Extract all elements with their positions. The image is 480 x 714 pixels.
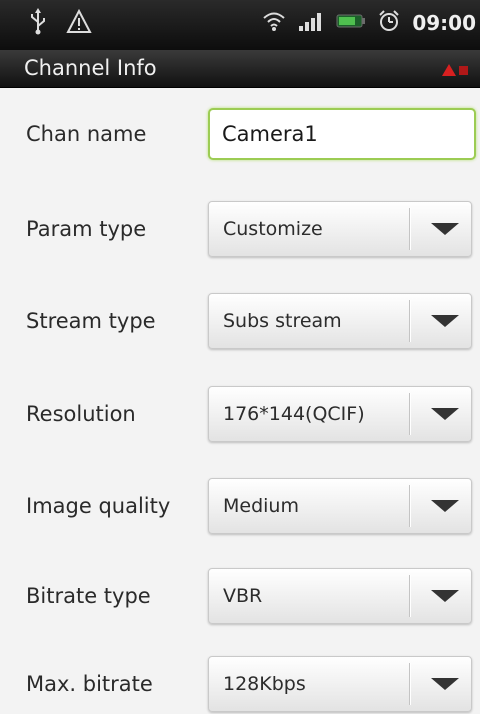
- bitrate-type-dropdown[interactable]: VBR: [208, 568, 472, 624]
- alarm-icon: [378, 10, 400, 36]
- wifi-icon: [262, 10, 286, 36]
- chan-name-label: Chan name: [26, 122, 147, 146]
- signal-icon: [298, 10, 324, 36]
- row-param-type: Param type Customize: [0, 199, 480, 259]
- stream-type-label: Stream type: [26, 309, 156, 333]
- image-quality-dropdown[interactable]: Medium: [208, 478, 472, 534]
- dropdown-arrow-icon: [423, 202, 467, 256]
- chan-name-input[interactable]: [208, 108, 476, 160]
- row-stream-type: Stream type Subs stream: [0, 291, 480, 351]
- resolution-value: 176*144(QCIF): [223, 403, 365, 425]
- channel-form: Chan name Param type Customize Stream ty…: [0, 88, 480, 714]
- usb-icon: [28, 8, 48, 40]
- resolution-label: Resolution: [26, 402, 136, 426]
- image-quality-label: Image quality: [26, 494, 171, 518]
- resolution-dropdown[interactable]: 176*144(QCIF): [208, 386, 472, 442]
- row-chan-name: Chan name: [0, 104, 480, 164]
- dropdown-divider: [409, 208, 411, 250]
- dropdown-arrow-icon: [423, 294, 467, 348]
- row-image-quality: Image quality Medium: [0, 476, 480, 536]
- max-bitrate-label: Max. bitrate: [26, 672, 153, 696]
- dropdown-arrow-icon: [423, 479, 467, 533]
- dropdown-divider: [409, 393, 411, 435]
- status-time: 09:00: [412, 11, 476, 35]
- row-bitrate-type: Bitrate type VBR: [0, 566, 480, 626]
- max-bitrate-dropdown[interactable]: 128Kbps: [208, 656, 472, 712]
- battery-icon: [336, 12, 366, 34]
- param-type-dropdown[interactable]: Customize: [208, 201, 472, 257]
- max-bitrate-value: 128Kbps: [223, 673, 306, 695]
- dropdown-arrow-icon: [423, 387, 467, 441]
- row-resolution: Resolution 176*144(QCIF): [0, 384, 480, 444]
- warning-icon: [66, 8, 92, 39]
- page-title: Channel Info: [24, 56, 157, 80]
- stream-type-value: Subs stream: [223, 310, 342, 332]
- title-bar: Channel Info: [0, 50, 480, 88]
- stream-type-dropdown[interactable]: Subs stream: [208, 293, 472, 349]
- bitrate-type-value: VBR: [223, 585, 263, 607]
- status-bar-system: 09:00: [262, 10, 476, 36]
- param-type-label: Param type: [26, 217, 147, 241]
- dropdown-divider: [409, 575, 411, 617]
- dropdown-arrow-icon: [423, 657, 467, 711]
- dropdown-divider: [409, 300, 411, 342]
- dropdown-divider: [409, 663, 411, 705]
- row-max-bitrate: Max. bitrate 128Kbps: [0, 654, 480, 714]
- image-quality-value: Medium: [223, 495, 299, 517]
- dropdown-arrow-icon: [423, 569, 467, 623]
- param-type-value: Customize: [223, 218, 323, 240]
- bitrate-type-label: Bitrate type: [26, 584, 151, 608]
- status-bar: 09:00: [0, 0, 480, 50]
- alert-icon: [440, 62, 470, 78]
- dropdown-divider: [409, 485, 411, 527]
- status-bar-notifications: [28, 8, 92, 40]
